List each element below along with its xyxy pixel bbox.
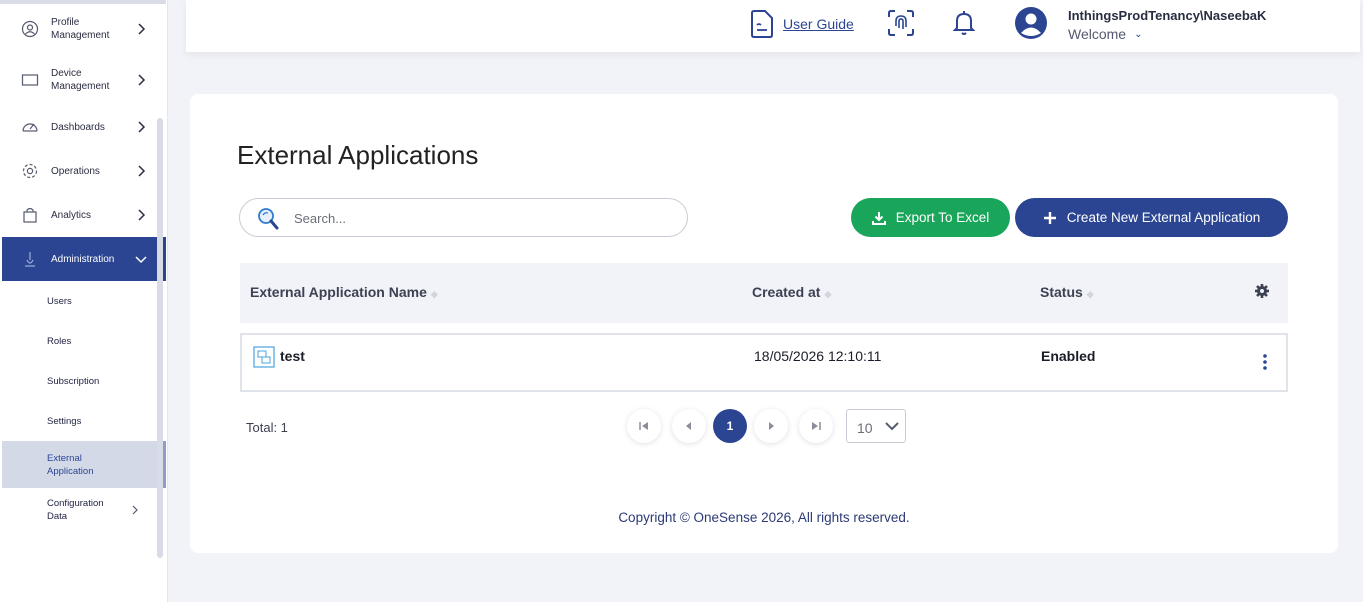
first-page-button[interactable] (627, 409, 661, 443)
search-box[interactable] (239, 198, 688, 237)
sidebar-item-operations[interactable]: Operations (2, 149, 166, 193)
chevron-down-icon (885, 422, 899, 431)
sidebar-item-label: Analytics (51, 209, 92, 221)
page-size-value: 10 (857, 420, 873, 436)
column-header-created-at[interactable]: Created at ◆ (752, 284, 831, 300)
sidebar-subitem-label: Users (47, 295, 72, 307)
user-guide-label: User Guide (783, 16, 854, 32)
download-icon (871, 211, 886, 225)
sidebar-item-administration[interactable]: Administration (2, 237, 166, 281)
column-settings-icon[interactable] (1254, 283, 1270, 299)
cell-created-at: 18/05/2026 12:10:11 (754, 348, 882, 364)
sidebar-subitem-roles[interactable]: Roles (2, 321, 166, 361)
plus-icon (1043, 211, 1057, 225)
total-count: Total: 1 (246, 420, 288, 435)
sidebar-subitem-label: Configuration Data (47, 498, 104, 522)
chevron-right-icon (138, 23, 146, 35)
cell-application-name[interactable]: test (280, 348, 305, 364)
gauge-icon (20, 117, 40, 137)
chevron-right-icon (138, 121, 146, 133)
bell-icon (952, 11, 976, 35)
sidebar-item-analytics[interactable]: Analytics (2, 193, 166, 237)
export-to-excel-button[interactable]: Export To Excel (851, 198, 1010, 237)
column-header-name[interactable]: External Application Name ◆ (250, 284, 438, 300)
next-page-icon (769, 422, 774, 430)
sidebar-item-dashboards[interactable]: Dashboards (2, 105, 166, 149)
sort-icon: ◆ (824, 289, 832, 299)
page-title: External Applications (237, 140, 479, 170)
fingerprint-button[interactable] (886, 8, 916, 38)
search-input[interactable] (294, 208, 664, 228)
notifications-button[interactable] (949, 8, 979, 38)
sidebar-subitem-configuration-data[interactable]: Configuration Data (2, 490, 166, 530)
user-guide-link[interactable]: User Guide (749, 10, 854, 38)
create-external-application-button[interactable]: Create New External Application (1015, 198, 1288, 237)
user-circle-icon (20, 19, 40, 39)
welcome-label: Welcome (1068, 26, 1127, 42)
sidebar-item-label: Dashboards (51, 121, 105, 133)
sort-icon: ◆ (430, 289, 438, 299)
sidebar-subitem-subscription[interactable]: Subscription (2, 361, 166, 401)
top-header: User Guide InthingsProdTenancy\NaseebaK … (186, 0, 1360, 52)
last-page-icon (812, 422, 821, 430)
table-row[interactable]: test 18/05/2026 12:10:11 Enabled (240, 333, 1288, 392)
more-options-icon[interactable] (1261, 353, 1269, 371)
sidebar-item-label: Profile Management (51, 17, 110, 41)
table-header: External Application Name ◆ Created at ◆ S… (240, 263, 1288, 323)
chevron-right-icon (138, 74, 146, 86)
sort-icon: ◆ (1086, 289, 1094, 299)
sidebar-item-label: Administration (51, 253, 115, 265)
chevron-right-icon (138, 165, 146, 177)
laptop-icon (20, 70, 40, 90)
sidebar-item-device-management[interactable]: Device Management (2, 58, 166, 102)
sidebar-subitem-users[interactable]: Users (2, 281, 166, 321)
previous-page-button[interactable] (672, 409, 706, 443)
main-card: External Applications Export To Excel Cr… (190, 94, 1338, 553)
sidebar-item-profile-management[interactable]: Profile Management (2, 7, 166, 51)
sidebar-item-label: Operations (51, 165, 100, 177)
sidebar-item-label: Device Management (51, 68, 110, 92)
sidebar-subitem-label: Roles (47, 335, 72, 347)
sidebar-subitem-label: External Application (47, 452, 94, 477)
column-header-status[interactable]: Status ◆ (1040, 284, 1094, 300)
cell-status: Enabled (1041, 348, 1096, 364)
first-page-icon (639, 422, 648, 430)
chevron-right-icon (132, 505, 138, 515)
gear-icon (20, 161, 40, 181)
sidebar-subitem-label: Settings (47, 415, 82, 427)
export-label: Export To Excel (895, 210, 990, 225)
sidebar-top-edge (0, 0, 166, 4)
sidebar-subitem-external-application[interactable]: External Application (2, 441, 166, 488)
application-icon (253, 346, 275, 368)
page-number-button[interactable]: 1 (713, 409, 747, 443)
chevron-down-icon: ⌄ (1134, 28, 1143, 40)
bag-icon (20, 205, 40, 225)
avatar[interactable] (1014, 6, 1048, 40)
sidebar: Profile Management Device Management Das… (0, 0, 168, 602)
chevron-right-icon (138, 209, 146, 221)
fingerprint-icon (888, 10, 914, 36)
chevron-down-icon (135, 256, 147, 264)
search-icon (258, 208, 279, 230)
next-page-button[interactable] (754, 409, 788, 443)
admin-icon (20, 249, 40, 269)
create-label: Create New External Application (1066, 210, 1261, 225)
previous-page-icon (686, 422, 691, 430)
document-icon (751, 10, 773, 38)
welcome-dropdown[interactable]: Welcome ⌄ (1068, 26, 1142, 42)
user-name: InthingsProdTenancy\NaseebaK (1068, 8, 1267, 23)
page-size-select[interactable]: 10 (846, 409, 906, 443)
last-page-button[interactable] (799, 409, 833, 443)
copyright-text: Copyright © OneSense 2026, All rights re… (618, 510, 910, 525)
sidebar-subitem-settings[interactable]: Settings (2, 401, 166, 441)
sidebar-scrollbar[interactable] (157, 118, 163, 558)
sidebar-subitem-label: Subscription (47, 375, 100, 387)
